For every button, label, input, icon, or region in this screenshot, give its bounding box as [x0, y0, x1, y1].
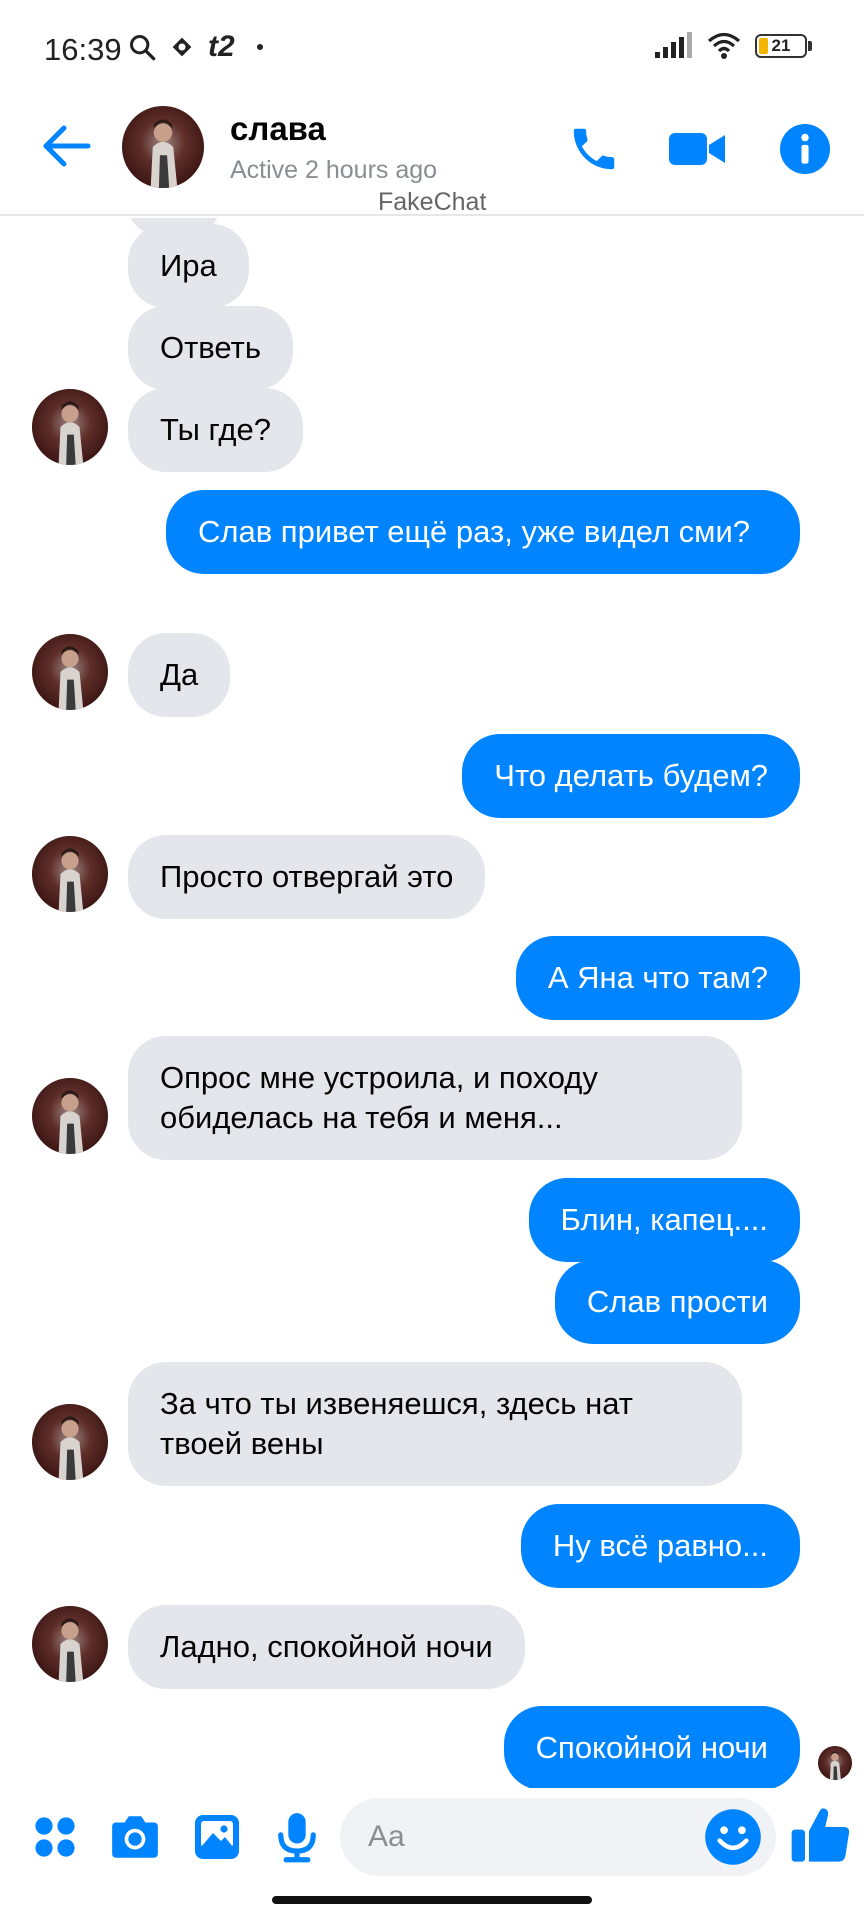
message-bubble-incoming[interactable]: Просто отвергай это	[128, 835, 486, 919]
emoji-icon	[705, 1809, 761, 1865]
voice-message-button[interactable]	[266, 1806, 328, 1868]
search-icon	[129, 34, 156, 61]
contact-avatar[interactable]	[122, 106, 204, 188]
info-icon	[780, 124, 830, 174]
message-bubble-incoming[interactable]: Ты где?	[128, 388, 303, 472]
message-text: Да	[160, 657, 199, 692]
seen-indicator-avatar	[818, 1746, 852, 1780]
message-bubble-outgoing[interactable]: Спокойной ночи	[503, 1706, 800, 1788]
image-icon	[195, 1815, 239, 1859]
message-text: Слав прости	[586, 1284, 768, 1319]
signal-icon	[655, 32, 692, 58]
message-bubble-incoming[interactable]: Ладно, спокойной ночи	[128, 1605, 525, 1689]
sender-avatar[interactable]	[32, 1078, 108, 1154]
message-text: Блин, капец....	[560, 1202, 768, 1237]
message-text: Спокойной ночи	[535, 1730, 768, 1765]
message-text: Ну всё равно...	[552, 1528, 768, 1563]
voice-call-button[interactable]	[563, 118, 625, 180]
status-time: 16:39	[44, 32, 122, 67]
info-button[interactable]	[774, 118, 836, 180]
gallery-button[interactable]	[186, 1806, 248, 1868]
contact-active-status: Active 2 hours ago	[230, 156, 438, 184]
sender-avatar[interactable]	[32, 634, 108, 710]
message-text: А Яна что там?	[547, 960, 768, 995]
message-bubble-outgoing[interactable]: Блин, капец....	[528, 1178, 800, 1262]
message-thread[interactable]: Ира Ответь Ты где? Слав привет ещё раз, …	[0, 218, 864, 1788]
back-button[interactable]	[38, 118, 98, 178]
thumbs-up-icon	[791, 1808, 850, 1862]
message-text: Ладно, спокойной ночи	[160, 1629, 493, 1664]
status-bar: 16:39 t2 21	[0, 0, 864, 96]
message-bubble-outgoing[interactable]: Что делать будем?	[462, 734, 800, 818]
apps-button[interactable]	[24, 1806, 86, 1868]
contact-name[interactable]: слава	[230, 110, 326, 148]
like-button[interactable]	[786, 1800, 856, 1870]
video-call-button[interactable]	[666, 118, 728, 180]
sender-avatar[interactable]	[32, 836, 108, 912]
message-composer	[0, 1790, 864, 1890]
message-text: Ты где?	[160, 412, 271, 447]
apps-icon	[35, 1817, 75, 1857]
game-icon	[172, 37, 192, 57]
sender-avatar[interactable]	[32, 389, 108, 465]
message-bubble-outgoing[interactable]: Слав привет ещё раз, уже видел сми?	[166, 490, 800, 574]
message-bubble-incoming[interactable]: Ответь	[128, 306, 293, 390]
dot-icon	[256, 44, 263, 50]
status-left-icons: t2	[128, 30, 263, 64]
wifi-icon	[707, 32, 741, 59]
sender-avatar[interactable]	[32, 1606, 108, 1682]
phone-icon	[573, 128, 615, 170]
message-text: Ира	[160, 248, 217, 283]
message-text: Что делать будем?	[494, 758, 768, 793]
message-bubble-incoming[interactable]: За что ты извеняешся, здесь нат твоей ве…	[128, 1362, 742, 1486]
back-arrow-icon	[43, 125, 91, 167]
message-text: Ответь	[160, 330, 261, 365]
sender-avatar[interactable]	[32, 1404, 108, 1480]
chat-header: слава Active 2 hours ago FakeChat	[0, 96, 864, 216]
microphone-icon	[278, 1813, 316, 1863]
message-bubble-outgoing[interactable]: А Яна что там?	[515, 936, 800, 1020]
emoji-button[interactable]	[704, 1808, 762, 1866]
battery-icon: 21	[755, 34, 812, 58]
message-bubble-incoming[interactable]: Опрос мне устроила, и походу обиделась н…	[128, 1036, 742, 1160]
message-bubble-incoming[interactable]: Ира	[128, 224, 249, 308]
camera-icon	[112, 1816, 158, 1858]
message-text: Опрос мне устроила, и походу обиделась н…	[160, 1060, 598, 1135]
message-text: За что ты извеняешся, здесь нат твоей ве…	[160, 1386, 633, 1461]
watermark-label: FakeChat	[378, 188, 487, 216]
message-text: Слав привет ещё раз, уже видел сми?	[198, 514, 751, 549]
message-bubble-outgoing[interactable]: Ну всё равно...	[520, 1504, 800, 1588]
message-bubble-outgoing[interactable]: Слав прости	[554, 1260, 800, 1344]
battery-level: 21	[771, 36, 791, 55]
message-text: Просто отвергай это	[160, 859, 454, 894]
video-camera-icon	[669, 133, 725, 165]
camera-button[interactable]	[104, 1806, 166, 1868]
message-bubble-incoming[interactable]: Да	[128, 633, 231, 717]
carrier-logo: t2	[208, 30, 235, 63]
home-indicator[interactable]	[272, 1896, 592, 1904]
status-right-icons: 21	[653, 32, 812, 60]
